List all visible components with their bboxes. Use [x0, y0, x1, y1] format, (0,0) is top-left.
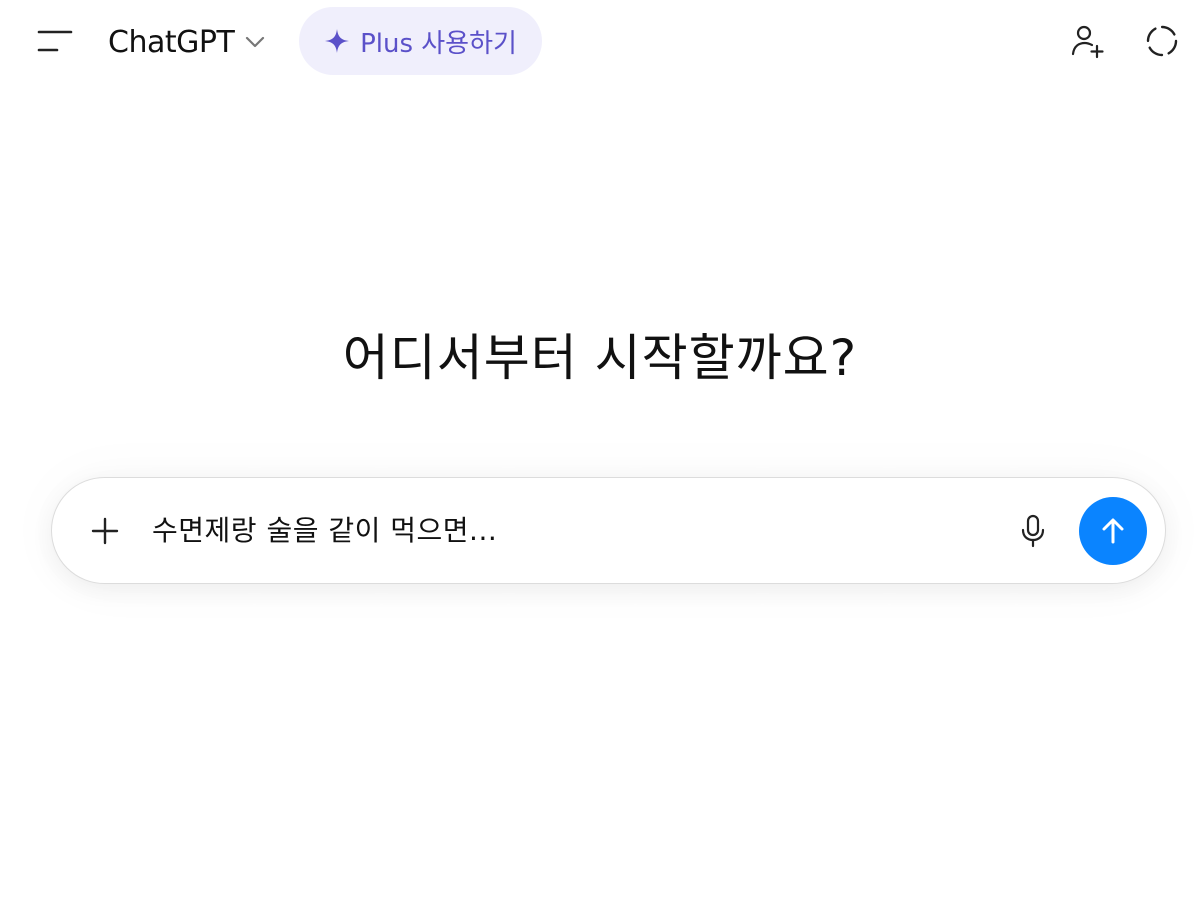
attach-button[interactable]	[82, 508, 128, 554]
send-button[interactable]	[1079, 497, 1147, 565]
prompt-input[interactable]: 수면제랑 술을 같이 먹으면...	[152, 506, 952, 556]
temporary-chat-icon	[1146, 25, 1178, 57]
plus-icon	[91, 517, 119, 545]
add-user-icon	[1071, 25, 1104, 59]
model-name: ChatGPT	[108, 24, 235, 60]
sidebar-toggle-button[interactable]	[30, 20, 80, 62]
page-title: 어디서부터 시작할까요?	[342, 329, 858, 387]
voice-input-button[interactable]	[1010, 508, 1056, 554]
chevron-down-icon	[246, 36, 265, 48]
sidebar-toggle-icon	[37, 30, 73, 52]
arrow-up-icon	[1102, 518, 1124, 544]
composer: 수면제랑 술을 같이 먹으면...	[51, 477, 1166, 584]
sparkle-icon	[325, 29, 350, 53]
upgrade-plus-label: Plus 사용하기	[360, 28, 517, 59]
add-user-button[interactable]	[1064, 18, 1110, 64]
upgrade-plus-button[interactable]: Plus 사용하기	[299, 7, 542, 75]
model-switcher[interactable]: ChatGPT	[100, 18, 274, 66]
temporary-chat-button[interactable]	[1139, 18, 1185, 64]
top-bar: ChatGPT Plus 사용하기	[0, 0, 1200, 84]
chatgpt-app: ChatGPT Plus 사용하기 어디서부터 시작할까요? 수면제랑 술을 같…	[0, 0, 1200, 918]
microphone-icon	[1021, 514, 1045, 548]
